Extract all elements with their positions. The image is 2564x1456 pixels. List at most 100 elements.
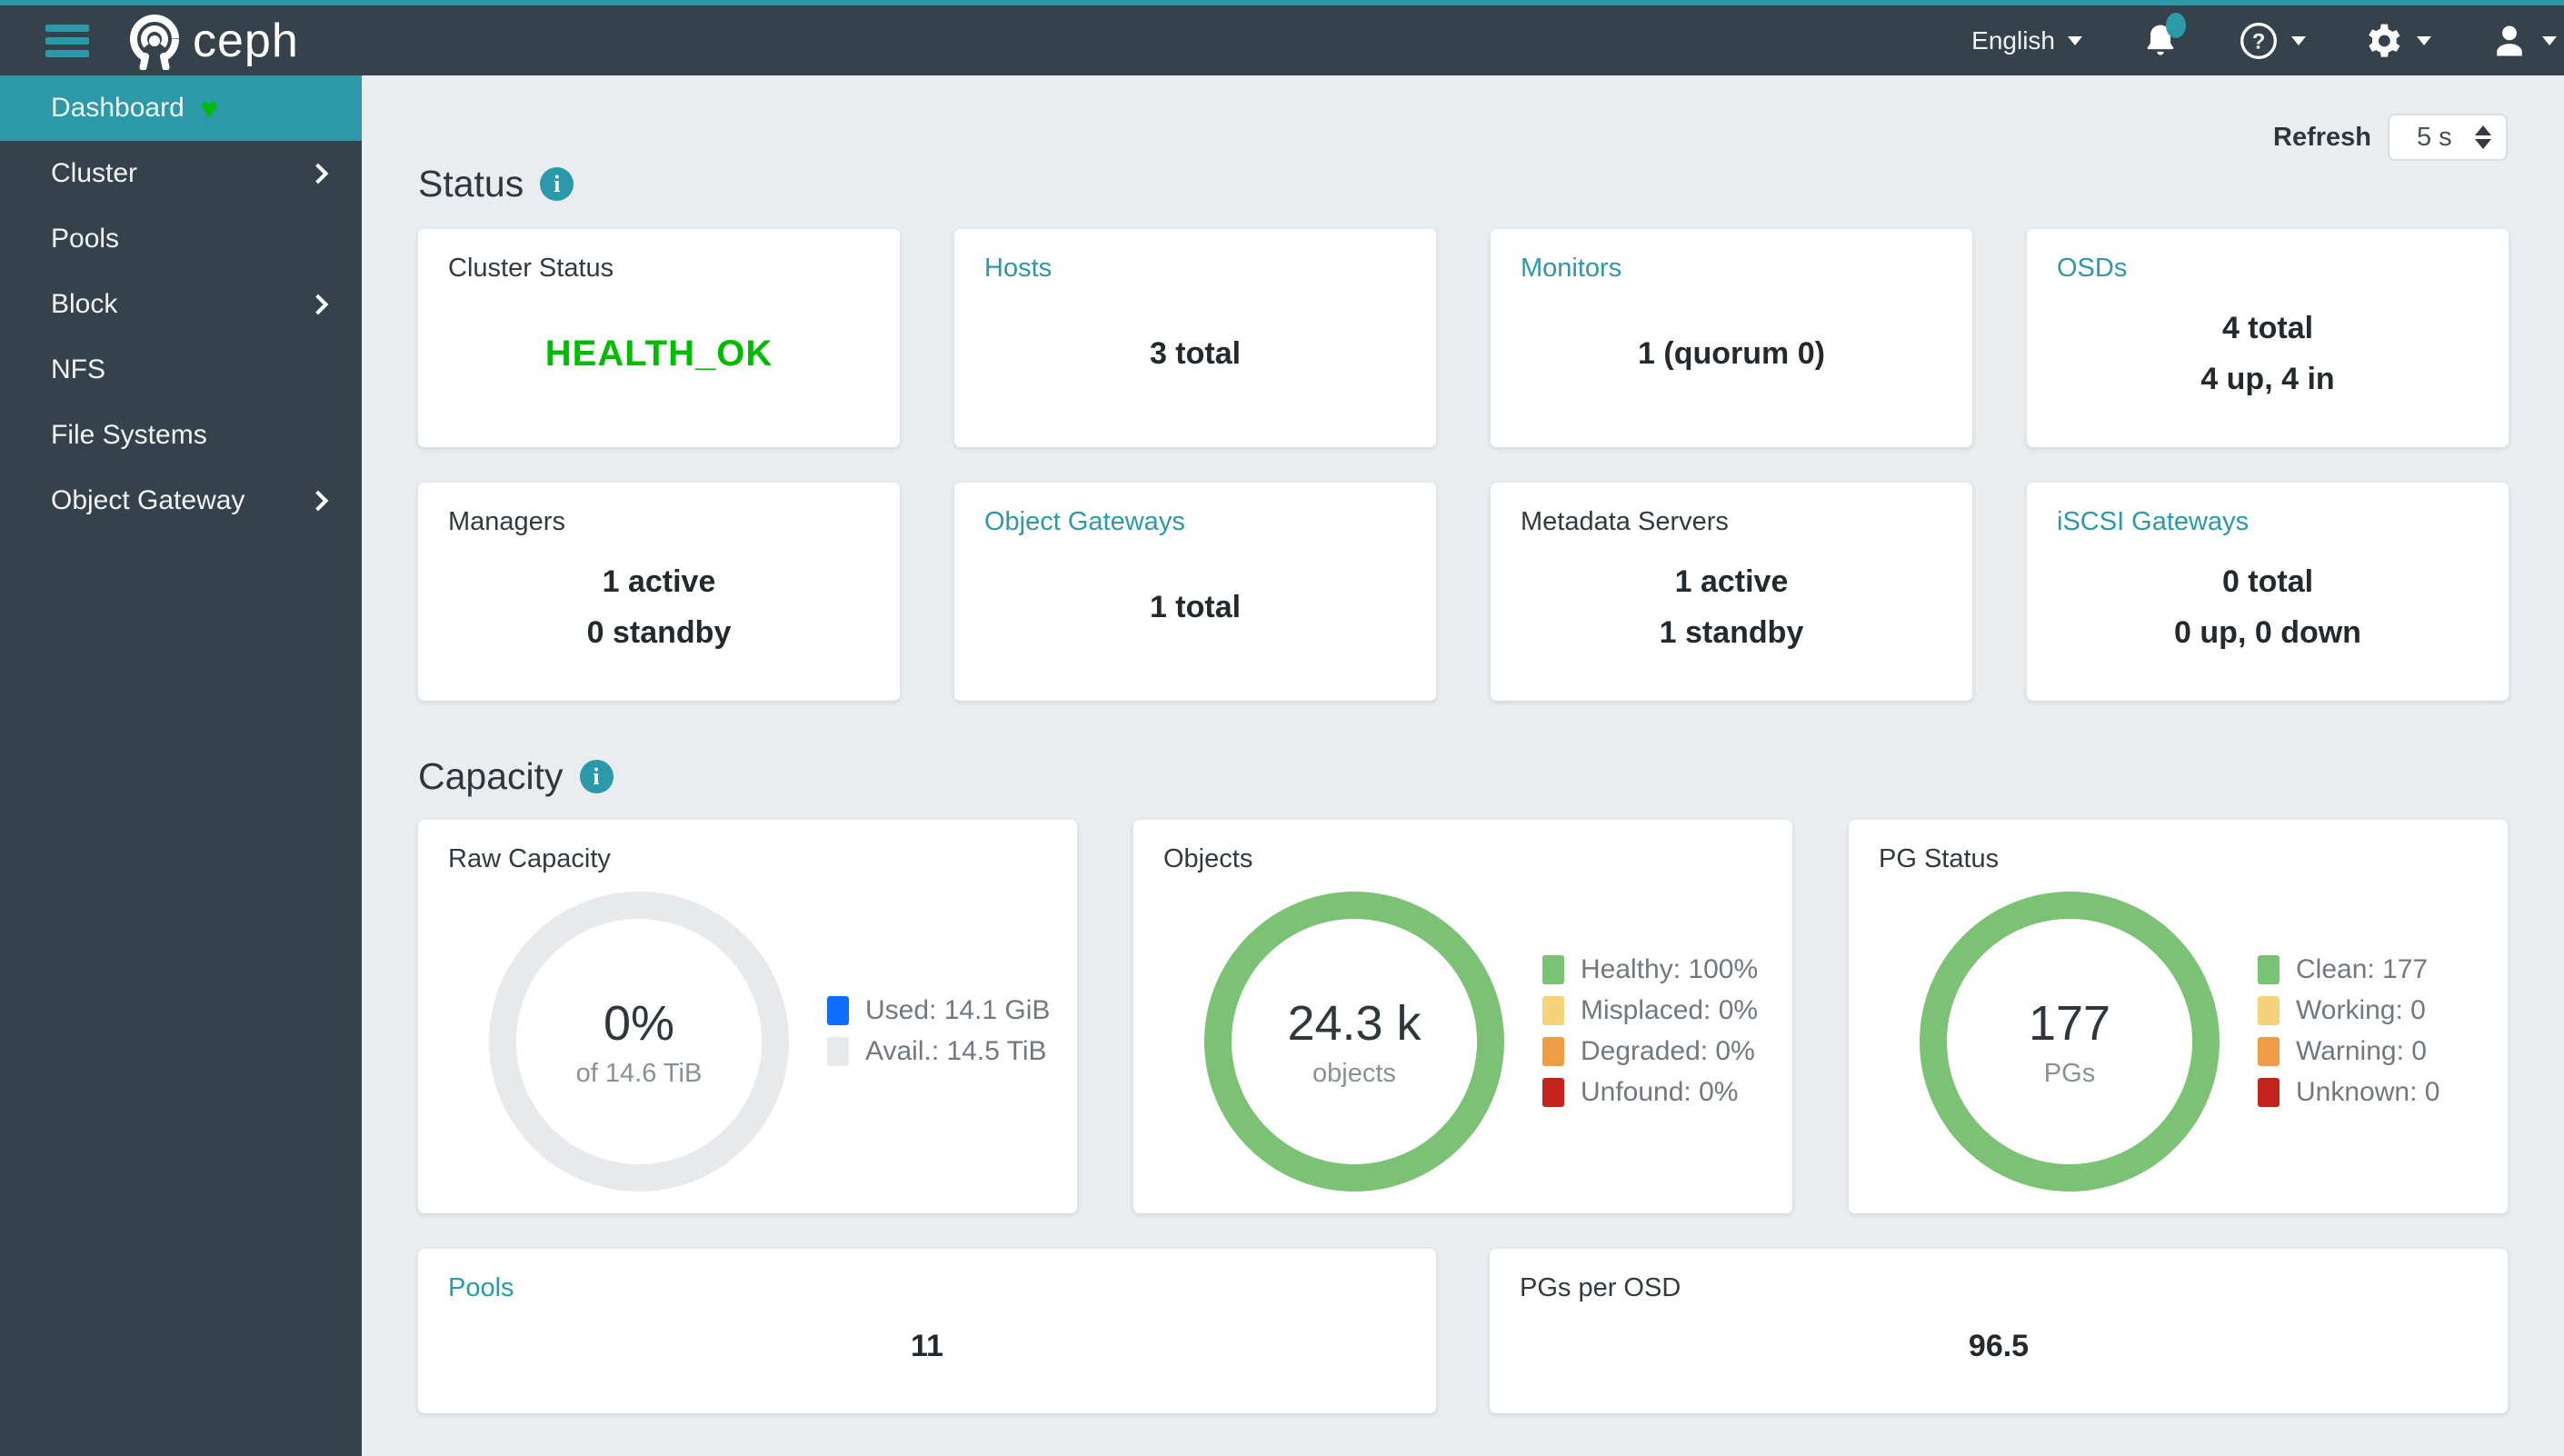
sidebar-item-filesystems[interactable]: File Systems	[0, 403, 362, 468]
healthy-swatch	[1542, 955, 1564, 984]
pg-status-donut-label: 177 PGs	[1920, 892, 2220, 1192]
legend-item: Unfound: 0%	[1542, 1072, 1758, 1113]
info-icon[interactable]: i	[579, 760, 614, 793]
ceph-logo-icon	[125, 12, 184, 70]
cluster-status-card: Cluster Status HEALTH_OK	[418, 229, 900, 447]
iscsi-updown-value: 0 up, 0 down	[2174, 615, 2361, 650]
legend-label: Healthy: 100%	[1581, 954, 1759, 984]
legend-label: Misplaced: 0%	[1581, 995, 1759, 1025]
refresh-label: Refresh	[2273, 122, 2371, 152]
monitors-card: Monitors 1 (quorum 0)	[1491, 229, 1972, 447]
bottom-cards-grid: Pools 11 PGs per OSD 96.5	[418, 1249, 2508, 1413]
brand-name: ceph	[193, 14, 299, 67]
hamburger-menu-button[interactable]	[45, 19, 89, 63]
iscsi-gateways-link[interactable]: iSCSI Gateways	[2057, 507, 2479, 537]
legend-item: Healthy: 100%	[1542, 950, 1758, 991]
object-gateways-link[interactable]: Object Gateways	[984, 507, 1406, 537]
working-swatch	[2258, 996, 2280, 1025]
refresh-interval-value: 5 s	[2417, 122, 2452, 152]
osds-updown-value: 4 up, 4 in	[2200, 362, 2335, 396]
chevron-down-icon	[2068, 35, 2082, 45]
settings-dropdown[interactable]	[2364, 21, 2431, 61]
raw-capacity-donut-label: 0% of 14.6 TiB	[489, 892, 789, 1192]
sidebar-item-object-gateway[interactable]: Object Gateway	[0, 468, 362, 534]
pgs-per-osd-value: 96.5	[1968, 1329, 2030, 1364]
managers-standby-value: 0 standby	[586, 615, 732, 650]
chevron-down-icon	[2542, 35, 2557, 45]
clean-swatch	[2258, 955, 2280, 984]
legend-item: Working: 0	[2258, 991, 2439, 1032]
legend-item: Warning: 0	[2258, 1032, 2439, 1072]
chevron-down-icon	[2417, 35, 2431, 45]
capacity-heading-label: Capacity	[418, 755, 564, 797]
legend-item: Unknown: 0	[2258, 1072, 2439, 1113]
degraded-swatch	[1542, 1037, 1564, 1066]
card-title: PGs per OSD	[1520, 1273, 1681, 1302]
refresh-interval-select[interactable]: 5 s	[2388, 114, 2508, 161]
notifications-button[interactable]	[2140, 12, 2186, 62]
unknown-swatch	[2258, 1078, 2280, 1107]
raw-capacity-legend: Used: 14.1 GiB Avail.: 14.5 TiB	[827, 991, 1050, 1072]
pg-count: 177	[2028, 995, 2111, 1051]
card-title: Cluster Status	[448, 254, 614, 283]
pgs-per-osd-card: PGs per OSD 96.5	[1490, 1249, 2508, 1413]
info-icon[interactable]: i	[540, 167, 574, 201]
legend-item: Degraded: 0%	[1542, 1032, 1758, 1072]
legend-label: Degraded: 0%	[1581, 1036, 1755, 1066]
status-cards-grid: Cluster Status HEALTH_OK Hosts 3 total M…	[418, 229, 2509, 701]
objects-legend: Healthy: 100% Misplaced: 0% Degraded: 0%…	[1542, 950, 1758, 1113]
monitors-value: 1 (quorum 0)	[1638, 335, 1825, 371]
user-dropdown[interactable]	[2489, 21, 2557, 61]
sidebar-item-label: Pools	[51, 224, 120, 254]
pg-unit: PGs	[2043, 1058, 2096, 1088]
legend-item: Avail.: 14.5 TiB	[827, 1032, 1050, 1072]
language-dropdown[interactable]: English	[1971, 26, 2082, 55]
legend-label: Working: 0	[2296, 995, 2426, 1025]
unfound-swatch	[1542, 1078, 1564, 1107]
bell-icon	[2140, 12, 2186, 62]
pg-status-legend: Clean: 177 Working: 0 Warning: 0 Unknown…	[2258, 950, 2439, 1113]
monitors-link[interactable]: Monitors	[1521, 254, 1942, 284]
sidebar-item-label: Dashboard	[51, 93, 185, 123]
card-title: PG Status	[1879, 844, 2000, 873]
legend-label: Unknown: 0	[2296, 1077, 2440, 1107]
sidebar-item-dashboard[interactable]: Dashboard ♥	[0, 75, 362, 141]
avail-swatch	[827, 1037, 849, 1066]
objects-donut-label: 24.3 k objects	[1204, 892, 1504, 1192]
hamburger-icon	[45, 24, 89, 32]
sidebar-item-pools[interactable]: Pools	[0, 206, 362, 272]
legend-label: Unfound: 0%	[1581, 1077, 1739, 1107]
capacity-section-heading: Capacity i	[418, 755, 2508, 798]
sidebar-item-label: Object Gateway	[51, 485, 245, 515]
iscsi-gateways-card: iSCSI Gateways 0 total 0 up, 0 down	[2027, 483, 2509, 701]
select-stepper-icon	[2475, 125, 2491, 149]
sidebar-item-block[interactable]: Block	[0, 272, 362, 337]
legend-item: Used: 14.1 GiB	[827, 991, 1050, 1032]
notification-badge	[2166, 12, 2186, 38]
hosts-link[interactable]: Hosts	[984, 254, 1406, 284]
chevron-right-icon	[307, 163, 329, 184]
top-navbar: ceph English ?	[0, 0, 2564, 75]
pools-link[interactable]: Pools	[448, 1273, 1406, 1303]
gear-icon	[2364, 21, 2404, 61]
status-section-heading: Status i	[418, 163, 2508, 205]
health-heart-icon: ♥	[200, 92, 218, 125]
hosts-value: 3 total	[1149, 335, 1242, 371]
help-dropdown[interactable]: ?	[2239, 21, 2306, 61]
sidebar-item-label: Block	[51, 289, 118, 319]
used-swatch	[827, 996, 849, 1025]
cluster-health-value: HEALTH_OK	[544, 334, 773, 374]
osds-link[interactable]: OSDs	[2057, 254, 2479, 284]
pg-status-card: PG Status 177 PGs Clean: 177 Working: 0 …	[1849, 820, 2508, 1213]
osds-total-value: 4 total	[2221, 310, 2314, 345]
sidebar-item-cluster[interactable]: Cluster	[0, 141, 362, 206]
sidebar-nav: Dashboard ♥ Cluster Pools Block NFS File…	[0, 75, 362, 1456]
chevron-right-icon	[307, 294, 329, 315]
metadata-servers-card: Metadata Servers 1 active 1 standby	[1491, 483, 1972, 701]
help-circle-icon: ?	[2239, 21, 2279, 61]
sidebar-item-nfs[interactable]: NFS	[0, 337, 362, 403]
svg-text:?: ?	[2252, 29, 2266, 54]
mds-active-value: 1 active	[1674, 563, 1789, 599]
card-title: Metadata Servers	[1521, 507, 1729, 536]
sidebar-item-label: NFS	[51, 354, 105, 384]
